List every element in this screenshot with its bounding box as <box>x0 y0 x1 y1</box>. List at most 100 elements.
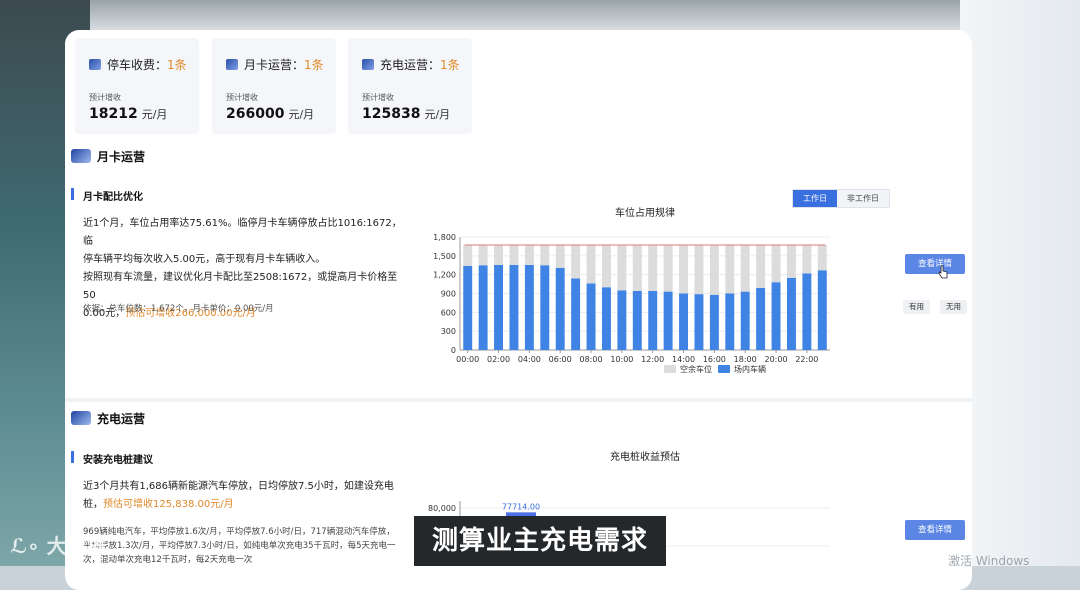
bar-occupied <box>802 273 812 350</box>
bar-vacant <box>478 245 488 266</box>
bar-occupied <box>586 283 596 350</box>
tab-nonworkday[interactable]: 非工作日 <box>837 190 889 207</box>
bar-vacant <box>694 245 704 295</box>
legend-swatch-vacant <box>664 365 676 373</box>
x-tick-label: 16:00 <box>703 355 726 364</box>
card-sub: 预计增收 <box>89 93 121 102</box>
bar-vacant <box>586 245 596 284</box>
bar-occupied <box>571 278 581 350</box>
y-tick-label: 1,500 <box>433 252 456 261</box>
caption-overlay: 测算业主充电需求 <box>414 516 666 566</box>
card-value: 18212 元/月 <box>89 106 168 122</box>
monthly-card-icon <box>226 59 238 70</box>
x-tick-label: 20:00 <box>765 355 788 364</box>
monthly-card-icon <box>71 149 91 163</box>
bar-vacant <box>771 245 781 283</box>
x-tick-label: 18:00 <box>734 355 757 364</box>
bar-vacant <box>740 245 750 292</box>
bar-vacant <box>494 245 504 265</box>
bar-vacant <box>540 245 550 266</box>
x-tick-label: 06:00 <box>549 355 572 364</box>
x-tick-label: 04:00 <box>518 355 541 364</box>
bar-occupied <box>524 264 534 350</box>
card-value: 266000 元/月 <box>226 106 315 122</box>
bar-vacant <box>786 245 796 278</box>
bar-occupied <box>740 291 750 350</box>
bar-occupied <box>786 277 796 350</box>
card-sub: 预计增收 <box>362 93 394 102</box>
background-right <box>960 0 1080 566</box>
y-tick-label: 900 <box>441 290 456 299</box>
bar-occupied <box>494 264 504 350</box>
watermark-logo: ℒ∘ 大数据 <box>10 534 107 558</box>
bar-vacant <box>632 245 642 291</box>
y-tick-label: 0 <box>451 346 456 355</box>
charging-icon <box>362 59 374 70</box>
bar-occupied <box>478 265 488 350</box>
x-tick-label: 12:00 <box>641 355 664 364</box>
view-detail-button-charging[interactable]: 查看详情 <box>905 520 965 540</box>
bar-occupied <box>540 265 550 350</box>
chart-title: 充电桩收益预估 <box>610 450 680 463</box>
charging-icon <box>71 411 91 425</box>
bar-data-label: 77714.00 <box>502 502 540 511</box>
background-top <box>0 0 1080 30</box>
x-tick-label: 02:00 <box>487 355 510 364</box>
bar-occupied <box>679 293 689 350</box>
card-title: 充电运营：1条 <box>362 56 460 73</box>
bar-occupied <box>555 267 565 350</box>
bar-vacant <box>817 245 827 271</box>
bar-occupied <box>771 282 781 350</box>
y-tick-label: 1,200 <box>433 271 456 280</box>
y-tick-label: 300 <box>441 327 456 336</box>
section-title-monthly: 月卡运营 <box>71 148 145 165</box>
occupancy-chart: 车位占用规律 0 300 600 900 1,200 1,500 1,800 00:00 02:0… <box>433 206 830 374</box>
bar-vacant <box>756 245 766 288</box>
subsection-title-charging: 安装充电桩建议 <box>71 451 153 466</box>
bar-occupied <box>709 294 719 350</box>
bar-vacant <box>709 245 719 295</box>
bar-vacant <box>463 245 473 266</box>
subsection-title-monthly: 月卡配比优化 <box>71 188 143 203</box>
bar-occupied <box>817 270 827 350</box>
bar-occupied <box>463 265 473 350</box>
x-tick-label: 08:00 <box>580 355 603 364</box>
x-tick-label: 14:00 <box>672 355 695 364</box>
bar-vacant <box>524 245 534 265</box>
card-title: 月卡运营：1条 <box>226 56 324 73</box>
bar-vacant <box>617 245 627 291</box>
x-tick-label: 10:00 <box>610 355 633 364</box>
bar-vacant <box>802 245 812 274</box>
card-monthly[interactable]: 月卡运营：1条 预计增收 266000 元/月 <box>212 38 336 134</box>
bar-occupied <box>648 290 658 350</box>
bar-occupied <box>663 291 673 350</box>
legend-swatch-occupied <box>718 365 730 373</box>
charging-detail: 969辆纯电汽车，平均停放1.6次/月，平均停放7.6小时/日，717辆混动汽车… <box>83 527 396 565</box>
windows-activation-watermark: 激活 Windows <box>948 554 1030 568</box>
x-tick-label: 00:00 <box>456 355 479 364</box>
useful-button[interactable]: 有用 <box>903 300 930 314</box>
y-tick-label: 1,800 <box>433 233 456 242</box>
x-tick-label: 22:00 <box>795 355 818 364</box>
bar-occupied <box>756 287 766 350</box>
bar-vacant <box>648 245 658 291</box>
charging-description: 近3个月共有1,686辆新能源汽车停放，日均停放7.5小时，如建设充电 桩，预估… <box>83 481 394 510</box>
bar-occupied <box>509 264 519 350</box>
useless-button[interactable]: 无用 <box>940 300 967 314</box>
section-divider <box>65 398 972 402</box>
card-sub: 预计增收 <box>226 93 258 102</box>
bar-occupied <box>617 290 627 350</box>
view-detail-button[interactable]: 查看详情 <box>905 254 965 274</box>
bar-vacant <box>601 245 611 288</box>
card-charging[interactable]: 充电运营：1条 预计增收 125838 元/月 <box>348 38 472 134</box>
bar-vacant <box>663 245 673 292</box>
bar-vacant <box>555 245 565 268</box>
main-panel: 停车收费：1条 预计增收 18212 元/月 月卡运营：1条 预计增收 26600… <box>65 30 972 590</box>
bar-vacant <box>725 245 735 294</box>
chart-title: 车位占用规律 <box>615 206 675 219</box>
bar-occupied <box>632 290 642 350</box>
card-parking-fee[interactable]: 停车收费：1条 预计增收 18212 元/月 <box>75 38 199 134</box>
bar-vacant <box>571 245 581 279</box>
y-tick-label: 600 <box>441 308 456 317</box>
bar-vacant <box>509 245 519 265</box>
